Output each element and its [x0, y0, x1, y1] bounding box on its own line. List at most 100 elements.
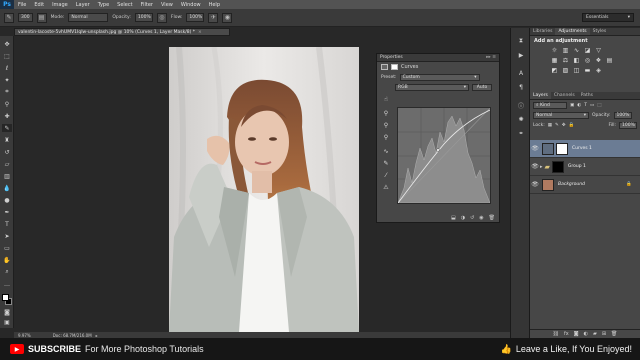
posterize-icon[interactable]: ▨ [561, 66, 570, 75]
menu-layer[interactable]: Layer [72, 2, 94, 8]
type-tool-icon[interactable]: T [2, 220, 12, 228]
reset-icon[interactable]: ↺ [470, 215, 474, 221]
history-panel-icon[interactable]: ⧗ [516, 36, 526, 46]
tab-paths[interactable]: Paths [578, 92, 596, 99]
channel-mixer-icon[interactable]: ❖ [594, 56, 603, 65]
preset-select[interactable]: Custom ▾ [399, 73, 480, 81]
gradient-tool-icon[interactable]: ▥ [2, 172, 12, 180]
info-panel-icon[interactable]: ⓘ [516, 100, 526, 110]
invert-icon[interactable]: ◩ [550, 66, 559, 75]
eye-icon[interactable]: 👁 [530, 163, 540, 170]
mode-select[interactable]: Normal [68, 13, 109, 22]
new-group-icon[interactable]: ▰ [593, 331, 597, 337]
edit-points-icon[interactable]: ∿ [381, 146, 391, 156]
layer-mask-thumbnail[interactable] [556, 142, 568, 155]
marquee-tool-icon[interactable]: ⬚ [2, 52, 12, 60]
airbrush-icon[interactable]: ✈ [208, 12, 219, 23]
lasso-tool-icon[interactable]: ℓ [2, 64, 12, 72]
menu-file[interactable]: File [14, 2, 30, 8]
menu-edit[interactable]: Edit [30, 2, 48, 8]
filter-type-icon[interactable]: T [584, 103, 587, 108]
tab-layers[interactable]: Layers [530, 92, 551, 99]
hand-tool-icon[interactable]: ✋ [2, 256, 12, 264]
lock-transparent-icon[interactable]: ▦ [548, 123, 552, 128]
rectangle-tool-icon[interactable]: ▭ [2, 244, 12, 252]
new-layer-icon[interactable]: ⊞ [602, 331, 606, 337]
crop-tool-icon[interactable]: ⌗ [2, 88, 12, 96]
dodge-tool-icon[interactable]: ● [2, 196, 12, 204]
more-tools-icon[interactable]: … [2, 280, 12, 288]
new-adjustment-icon[interactable]: ◐ [584, 331, 588, 337]
document-image[interactable] [169, 47, 359, 332]
lock-all-icon[interactable]: 🔒 [569, 123, 575, 128]
brightness-contrast-icon[interactable]: ☼ [550, 46, 559, 55]
tab-adjustments[interactable]: Adjustments [555, 28, 590, 35]
fill-input[interactable]: 100% [619, 121, 637, 129]
channel-select[interactable]: RGB ▾ [395, 83, 469, 91]
pressure-opacity-icon[interactable]: ◎ [156, 12, 167, 23]
add-mask-icon[interactable]: ◙ [574, 331, 579, 337]
black-point-eyedropper-icon[interactable]: ⚲ [381, 108, 391, 118]
filter-shape-icon[interactable]: ▭ [590, 103, 594, 108]
vibrance-icon[interactable]: ▽ [594, 46, 603, 55]
eyedropper-tool-icon[interactable]: ⚲ [2, 100, 12, 108]
zoom-level[interactable]: 9.97% [18, 333, 31, 338]
trash-icon[interactable]: 🗑 [611, 331, 617, 337]
tab-libraries[interactable]: Libraries [530, 28, 555, 35]
curves-icon[interactable]: ∿ [572, 46, 581, 55]
menu-image[interactable]: Image [48, 2, 72, 8]
lock-image-icon[interactable]: ✎ [555, 123, 559, 128]
color-lookup-icon[interactable]: ▤ [605, 56, 614, 65]
layer-item-background[interactable]: 👁 Background 🔒 [530, 176, 640, 194]
layer-opacity-input[interactable]: 100% [613, 111, 632, 119]
paragraph-panel-icon[interactable]: ¶ [516, 82, 526, 92]
move-tool-icon[interactable]: ✥ [2, 40, 12, 48]
panel-menu-icon[interactable]: ▸▸ ≡ [486, 55, 496, 60]
tab-styles[interactable]: Styles [590, 28, 610, 35]
brushes-panel-icon[interactable]: ✺ [516, 114, 526, 124]
clone-stamp-tool-icon[interactable]: ♜ [2, 136, 12, 144]
chevron-right-icon[interactable]: ▸ [96, 333, 98, 338]
brush-tool-icon[interactable]: ✎ [2, 124, 12, 132]
smooth-curve-icon[interactable]: ⁄ [381, 170, 391, 180]
white-point-eyedropper-icon[interactable]: ⚲ [381, 132, 391, 142]
zoom-tool-icon[interactable]: ⌕ [2, 268, 12, 276]
target-adjust-icon[interactable]: ☝ [381, 94, 391, 104]
menu-window[interactable]: Window [177, 2, 205, 8]
brush-panel-icon[interactable]: ▤ [36, 12, 47, 23]
hue-saturation-icon[interactable]: ▦ [550, 56, 559, 65]
doc-info[interactable]: Doc: 68.7M/216.0M [53, 333, 92, 338]
blend-mode-select[interactable]: Normal ▾ [533, 111, 589, 119]
filter-smart-icon[interactable]: ⬚ [597, 103, 601, 108]
tab-channels[interactable]: Channels [551, 92, 578, 99]
menu-select[interactable]: Select [113, 2, 136, 8]
healing-brush-tool-icon[interactable]: ✚ [2, 112, 12, 120]
view-previous-icon[interactable]: ◑ [461, 215, 465, 221]
levels-icon[interactable]: ▥ [561, 46, 570, 55]
black-white-icon[interactable]: ◧ [572, 56, 581, 65]
layer-filter-select[interactable]: ⌕ Kind [533, 101, 567, 109]
clone-source-panel-icon[interactable]: ⚭ [516, 128, 526, 138]
close-icon[interactable]: × [198, 30, 202, 35]
history-brush-tool-icon[interactable]: ↺ [2, 148, 12, 156]
menu-type[interactable]: Type [94, 2, 113, 8]
brush-size-picker[interactable]: 300 [18, 13, 33, 22]
auto-button[interactable]: Auto [472, 83, 492, 91]
opacity-input[interactable]: 100% [134, 13, 153, 22]
brush-tool-icon[interactable]: ✎ [4, 12, 14, 23]
menu-filter[interactable]: Filter [137, 2, 157, 8]
menu-view[interactable]: View [157, 2, 177, 8]
character-panel-icon[interactable]: A [516, 68, 526, 78]
chevron-right-icon[interactable]: ▸ [540, 164, 543, 170]
filter-pixel-icon[interactable]: ▣ [570, 103, 574, 108]
screen-mode-icon[interactable]: ▣ [2, 318, 12, 326]
quick-select-tool-icon[interactable]: ✦ [2, 76, 12, 84]
layer-style-icon[interactable]: fx [564, 331, 569, 337]
mask-icon[interactable] [391, 64, 398, 70]
actions-panel-icon[interactable]: ▶ [516, 50, 526, 60]
link-layers-icon[interactable]: ⛓ [553, 331, 559, 337]
curves-graph[interactable] [397, 107, 491, 204]
menu-help[interactable]: Help [205, 2, 224, 8]
gray-point-eyedropper-icon[interactable]: ⚲ [381, 120, 391, 130]
threshold-icon[interactable]: ◫ [572, 66, 581, 75]
